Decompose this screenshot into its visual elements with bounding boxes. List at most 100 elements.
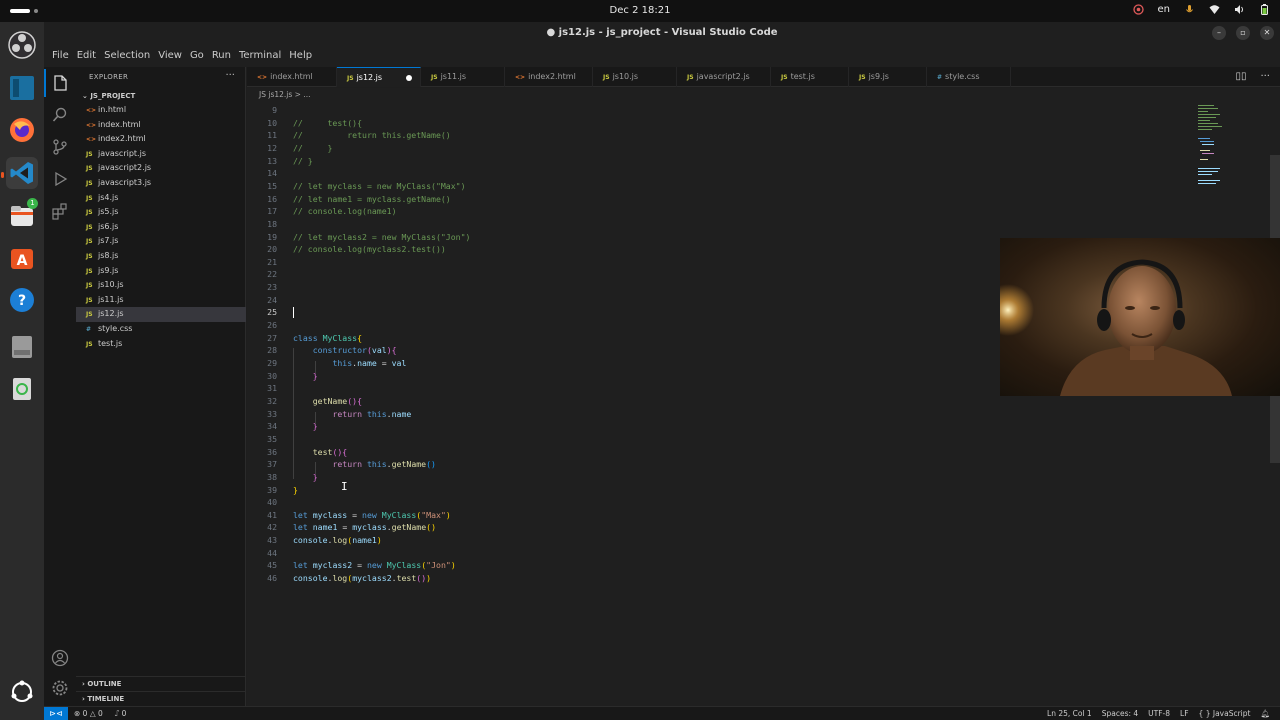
- code-line[interactable]: [293, 167, 1193, 180]
- editor-tab[interactable]: <> index.html: [247, 67, 337, 87]
- problems-count[interactable]: ⊗ 0 △ 0: [74, 707, 103, 720]
- explorer-icon[interactable]: [44, 69, 70, 97]
- file-item[interactable]: JS js11.js: [76, 293, 246, 308]
- code-line[interactable]: }: [293, 471, 1193, 484]
- minimize-button[interactable]: –: [1212, 26, 1226, 40]
- editor-tab[interactable]: <> index2.html: [505, 67, 593, 87]
- split-editor-icon[interactable]: ▯▯: [1235, 71, 1246, 82]
- code-line[interactable]: // }: [293, 155, 1193, 168]
- code-line[interactable]: [293, 433, 1193, 446]
- system-tray[interactable]: en: [1132, 4, 1271, 15]
- file-item[interactable]: JS javascript3.js: [76, 176, 246, 191]
- more-actions-icon[interactable]: ···: [1260, 71, 1270, 82]
- encoding[interactable]: UTF-8: [1148, 707, 1170, 720]
- code-line[interactable]: // return this.getName(): [293, 129, 1193, 142]
- menu-view[interactable]: View: [154, 50, 186, 61]
- code-line[interactable]: test(){: [293, 446, 1193, 459]
- run-debug-icon[interactable]: [50, 169, 70, 189]
- timeline-section[interactable]: › TIMELINE: [76, 691, 246, 705]
- file-item[interactable]: JS test.js: [76, 337, 246, 352]
- file-item[interactable]: <> in.html: [76, 103, 246, 118]
- code-line[interactable]: [293, 104, 1193, 117]
- keyboard-language[interactable]: en: [1158, 4, 1171, 15]
- file-item[interactable]: JS js9.js: [76, 264, 246, 279]
- code-line[interactable]: [293, 547, 1193, 560]
- cursor-position[interactable]: Ln 25, Col 1: [1047, 707, 1092, 720]
- project-folder[interactable]: ⌄ JS_PROJECT: [76, 89, 246, 103]
- more-actions-icon[interactable]: ···: [225, 70, 235, 81]
- minimap[interactable]: [1190, 102, 1280, 706]
- outline-section[interactable]: › OUTLINE: [76, 676, 246, 690]
- maximize-button[interactable]: ▫: [1236, 26, 1250, 40]
- code-line[interactable]: // }: [293, 142, 1193, 155]
- file-item[interactable]: JS js5.js: [76, 205, 246, 220]
- trash-icon[interactable]: [6, 372, 38, 404]
- help-icon[interactable]: ?: [6, 284, 38, 316]
- file-item[interactable]: JS js12.js: [76, 307, 246, 322]
- file-item[interactable]: JS js6.js: [76, 220, 246, 235]
- clock[interactable]: Dec 2 18:21: [0, 5, 1280, 16]
- end-of-line[interactable]: LF: [1180, 707, 1189, 720]
- editor-tab[interactable]: JS js12.js: [337, 67, 421, 87]
- menu-help[interactable]: Help: [285, 50, 316, 61]
- window-title-bar[interactable]: ● js12.js - js_project - Visual Studio C…: [44, 22, 1280, 44]
- close-button[interactable]: ✕: [1260, 26, 1274, 40]
- ports-count[interactable]: ⑀ 0: [115, 707, 127, 720]
- file-item[interactable]: JS js8.js: [76, 249, 246, 264]
- menu-run[interactable]: Run: [208, 50, 235, 61]
- code-line[interactable]: // let name1 = myclass.getName(): [293, 193, 1193, 206]
- remote-indicator-icon[interactable]: ⊳⊲: [44, 707, 68, 720]
- code-line[interactable]: // test(){: [293, 117, 1193, 130]
- code-line[interactable]: console.log(myclass2.test()): [293, 572, 1193, 585]
- menu-terminal[interactable]: Terminal: [235, 50, 285, 61]
- extensions-icon[interactable]: [50, 201, 70, 221]
- code-editor[interactable]: 9 10 // test(){11 // return this.getName() 1…: [247, 102, 1280, 706]
- code-line[interactable]: // let myclass = new MyClass("Max"): [293, 180, 1193, 193]
- file-item[interactable]: JS js7.js: [76, 234, 246, 249]
- menu-go[interactable]: Go: [186, 50, 208, 61]
- file-item[interactable]: JS javascript2.js: [76, 161, 246, 176]
- breadcrumb[interactable]: JS js12.js > ...: [247, 88, 1280, 102]
- editor-tab[interactable]: JS javascript2.js: [677, 67, 771, 87]
- code-line[interactable]: return this.name: [293, 408, 1193, 421]
- code-line[interactable]: [293, 496, 1193, 509]
- file-item[interactable]: <> index2.html: [76, 132, 246, 147]
- obs-studio-icon[interactable]: [6, 29, 38, 61]
- editor-tab[interactable]: # style.css: [927, 67, 1011, 87]
- file-item[interactable]: JS js4.js: [76, 191, 246, 206]
- unsaved-dot-icon[interactable]: [406, 75, 412, 81]
- record-icon[interactable]: [1132, 4, 1144, 15]
- indentation[interactable]: Spaces: 4: [1102, 707, 1138, 720]
- code-line[interactable]: // console.log(name1): [293, 205, 1193, 218]
- accounts-icon[interactable]: [50, 648, 70, 668]
- code-line[interactable]: getName(){: [293, 395, 1193, 408]
- file-item[interactable]: # style.css: [76, 322, 246, 337]
- code-line[interactable]: let myclass2 = new MyClass("Jon"): [293, 559, 1193, 572]
- code-line[interactable]: let name1 = myclass.getName(): [293, 521, 1193, 534]
- source-control-icon[interactable]: [50, 137, 70, 157]
- wifi-icon[interactable]: [1209, 4, 1220, 15]
- files-icon[interactable]: 1: [6, 198, 38, 232]
- file-item[interactable]: JS js10.js: [76, 278, 246, 293]
- notifications-bell-icon[interactable]: 🔔︎: [1260, 707, 1270, 720]
- code-line[interactable]: }: [293, 420, 1193, 433]
- editor-tab[interactable]: JS js9.js: [849, 67, 927, 87]
- editor-tab[interactable]: JS test.js: [771, 67, 849, 87]
- editor-tab[interactable]: JS js11.js: [421, 67, 505, 87]
- language-mode[interactable]: { } JavaScript: [1199, 707, 1251, 720]
- show-apps-icon[interactable]: [6, 676, 38, 708]
- menu-file[interactable]: File: [48, 50, 73, 61]
- code-line[interactable]: let myclass = new MyClass("Max"): [293, 509, 1193, 522]
- code-line[interactable]: [293, 218, 1193, 231]
- files-panel-icon[interactable]: [6, 72, 38, 104]
- code-line[interactable]: console.log(name1): [293, 534, 1193, 547]
- code-line[interactable]: }: [293, 484, 1193, 497]
- editor-tab[interactable]: JS js10.js: [593, 67, 677, 87]
- firefox-icon[interactable]: [6, 114, 38, 146]
- battery-icon[interactable]: [1259, 4, 1270, 15]
- file-item[interactable]: <> index.html: [76, 118, 246, 133]
- microphone-icon[interactable]: [1184, 4, 1195, 15]
- file-item[interactable]: JS javascript.js: [76, 147, 246, 162]
- software-center-icon[interactable]: A: [6, 242, 38, 274]
- code-line[interactable]: return this.getName(): [293, 458, 1193, 471]
